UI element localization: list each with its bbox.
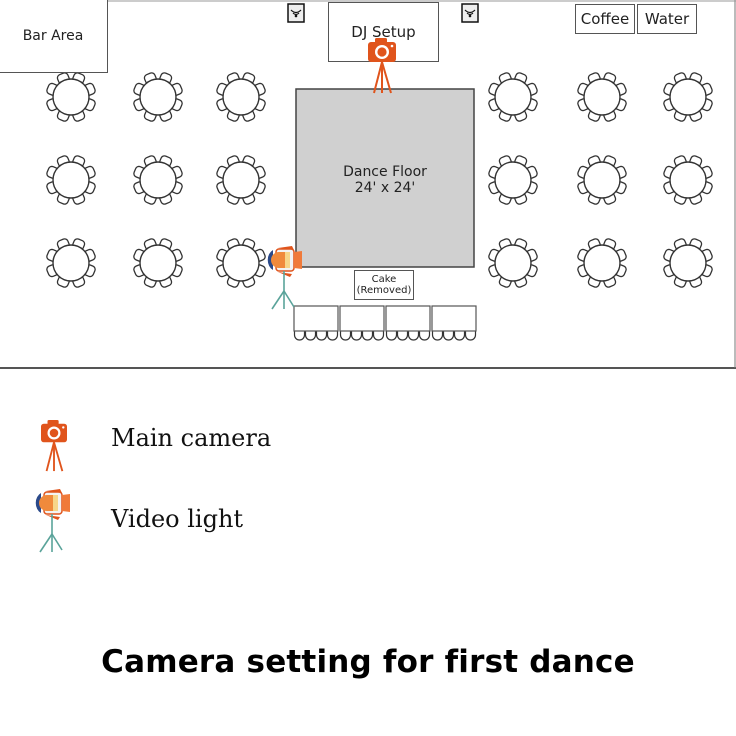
round-table bbox=[216, 238, 266, 288]
dance-floor-title: Dance Floor bbox=[343, 164, 427, 180]
video-light-icon bbox=[267, 246, 302, 310]
chair bbox=[442, 331, 455, 341]
chair bbox=[418, 331, 431, 341]
dance-floor-size: 24' x 24' bbox=[354, 180, 416, 196]
table-top bbox=[669, 161, 707, 199]
round-table bbox=[663, 238, 713, 288]
chair bbox=[464, 331, 477, 341]
round-table bbox=[577, 238, 627, 288]
chair bbox=[339, 331, 352, 341]
round-table bbox=[133, 155, 183, 205]
chair bbox=[315, 331, 328, 341]
round-table bbox=[663, 155, 713, 205]
head-table-section bbox=[431, 305, 477, 332]
main-camera-icon bbox=[368, 38, 396, 94]
round-table bbox=[46, 72, 96, 122]
dance-floor-label: Dance Floor 24' x 24' bbox=[296, 164, 474, 196]
chair bbox=[304, 331, 317, 341]
round-table bbox=[663, 72, 713, 122]
legend-main-camera-label: Main camera bbox=[111, 424, 272, 452]
table-top bbox=[139, 78, 177, 116]
bar-area: Bar Area bbox=[0, 0, 108, 73]
round-table bbox=[133, 72, 183, 122]
table-top bbox=[583, 161, 621, 199]
legend-video-light-icon bbox=[35, 489, 70, 553]
round-table bbox=[216, 155, 266, 205]
page-title: Camera setting for first dance bbox=[101, 644, 635, 680]
water-label: Water bbox=[644, 10, 690, 28]
table-top bbox=[139, 161, 177, 199]
cake-status: (Removed) bbox=[356, 285, 412, 296]
table-top bbox=[139, 244, 177, 282]
round-table bbox=[577, 155, 627, 205]
round-table bbox=[488, 238, 538, 288]
table-top bbox=[52, 244, 90, 282]
head-table-section bbox=[385, 305, 431, 332]
round-table bbox=[488, 72, 538, 122]
chair bbox=[431, 331, 444, 341]
speaker-icon bbox=[287, 3, 305, 23]
head-table bbox=[293, 305, 477, 341]
speaker-icon bbox=[461, 3, 479, 23]
round-table bbox=[133, 238, 183, 288]
round-table bbox=[216, 72, 266, 122]
water-station: Water bbox=[637, 4, 697, 34]
cake-table: Cake (Removed) bbox=[354, 270, 414, 300]
table-top bbox=[669, 244, 707, 282]
table-top bbox=[669, 78, 707, 116]
round-table bbox=[46, 155, 96, 205]
chair bbox=[385, 331, 398, 341]
round-table bbox=[46, 238, 96, 288]
chair bbox=[350, 331, 363, 341]
cake-label: Cake bbox=[371, 274, 397, 285]
table-top bbox=[52, 161, 90, 199]
coffee-label: Coffee bbox=[580, 10, 630, 28]
head-table-section bbox=[339, 305, 385, 332]
chair bbox=[372, 331, 385, 341]
table-top bbox=[583, 78, 621, 116]
chair bbox=[361, 331, 374, 341]
chair bbox=[326, 331, 339, 341]
bar-area-label: Bar Area bbox=[22, 27, 84, 44]
table-top bbox=[222, 244, 260, 282]
round-table bbox=[488, 155, 538, 205]
chair bbox=[453, 331, 466, 341]
legend-video-light-label: Video light bbox=[111, 505, 244, 533]
round-table bbox=[577, 72, 627, 122]
table-top bbox=[494, 161, 532, 199]
chair bbox=[293, 331, 306, 341]
table-top bbox=[494, 78, 532, 116]
table-top bbox=[583, 244, 621, 282]
chair bbox=[407, 331, 420, 341]
table-top bbox=[52, 78, 90, 116]
table-top bbox=[222, 78, 260, 116]
table-top bbox=[494, 244, 532, 282]
table-top bbox=[222, 161, 260, 199]
chair bbox=[396, 331, 409, 341]
coffee-station: Coffee bbox=[575, 4, 635, 34]
legend-main-camera-icon bbox=[41, 420, 67, 472]
